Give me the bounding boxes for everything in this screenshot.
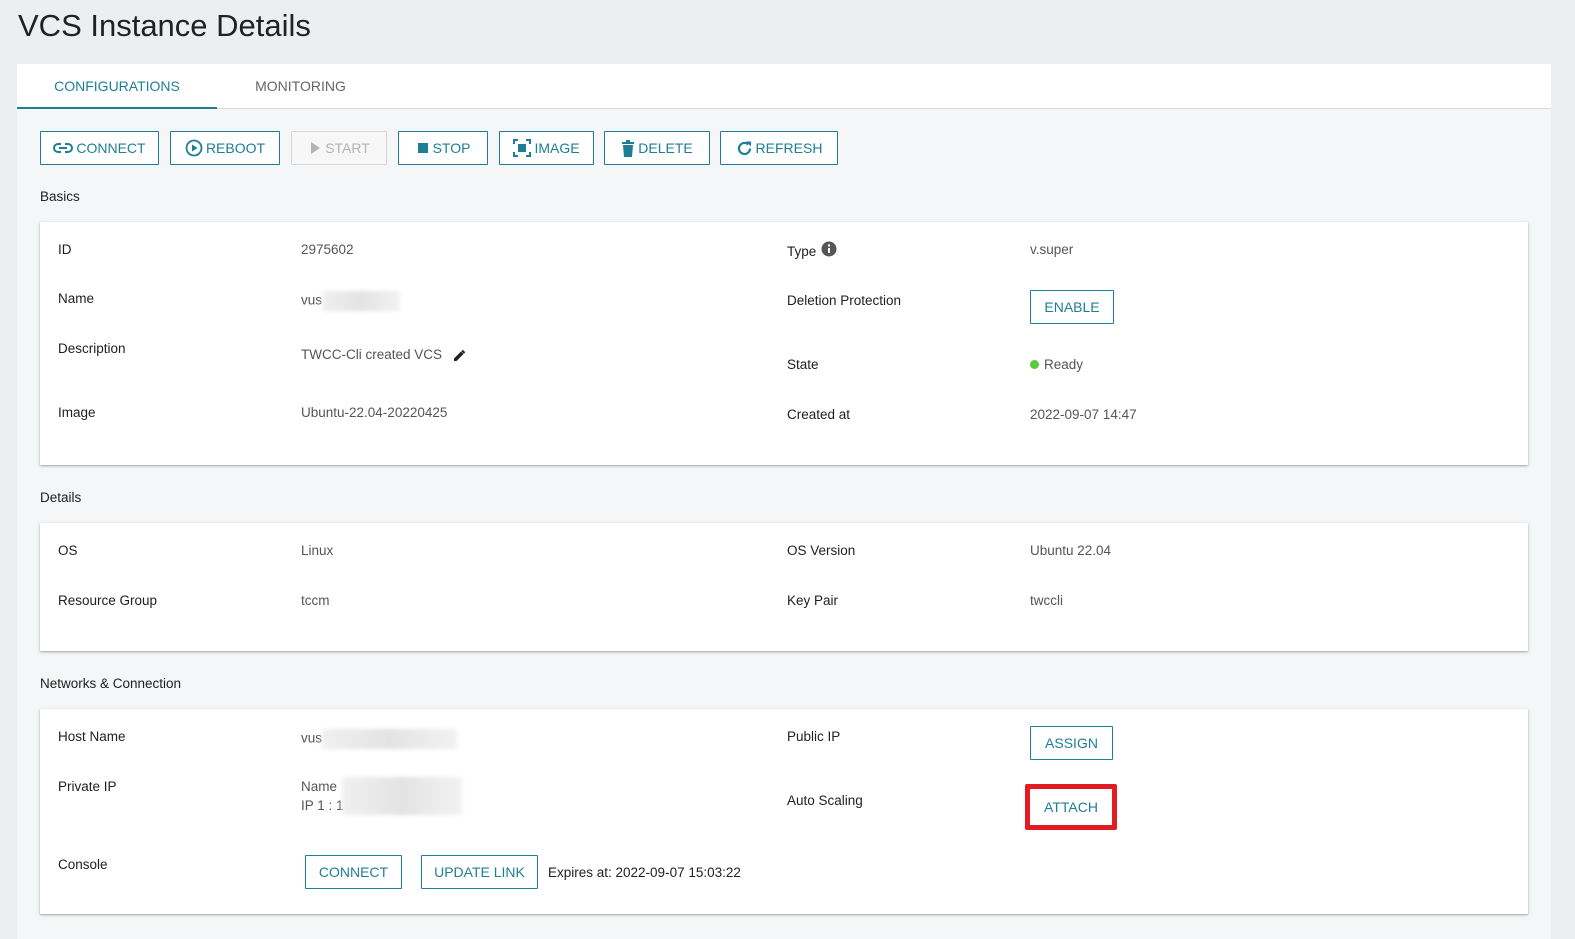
name-value: vus <box>301 292 323 308</box>
start-label: START <box>325 140 370 156</box>
details-card: OS Linux Resource Group tccm OS Version … <box>40 523 1528 651</box>
instance-panel: CONFIGURATIONS MONITORING CONNECT REBOOT… <box>17 64 1551 939</box>
refresh-button[interactable]: REFRESH <box>720 131 838 165</box>
key-pair-value: twccli <box>1030 593 1063 608</box>
page-title: VCS Instance Details <box>18 8 311 43</box>
stop-button[interactable]: STOP <box>398 131 488 165</box>
refresh-icon <box>737 141 751 155</box>
image-label: IMAGE <box>534 140 580 156</box>
redacted-private-ip <box>342 777 462 815</box>
private-ip-address: IP 1 : 1 <box>301 798 344 813</box>
image-capture-icon <box>513 139 532 157</box>
attach-label: ATTACH <box>1044 799 1098 815</box>
os-version-label: OS Version <box>787 543 856 558</box>
type-label: Type <box>787 244 817 259</box>
expires-at-text: Expires at: 2022-09-07 15:03:22 <box>548 865 741 880</box>
state-label: State <box>787 357 819 372</box>
play-icon <box>311 142 321 154</box>
attach-auto-scaling-button[interactable]: ATTACH <box>1030 789 1112 825</box>
basics-section-title: Basics <box>40 189 80 204</box>
console-connect-label: CONNECT <box>318 864 389 880</box>
private-ip-name: Name <box>301 779 338 794</box>
assign-public-ip-button[interactable]: ASSIGN <box>1030 726 1113 760</box>
host-name-value: vus <box>301 730 323 746</box>
reboot-label: REBOOT <box>205 140 266 156</box>
edit-pencil-icon[interactable] <box>452 348 466 362</box>
image-button[interactable]: IMAGE <box>499 131 594 165</box>
os-label: OS <box>58 543 78 558</box>
trash-icon <box>622 139 635 157</box>
image-label-text: Image <box>58 405 96 420</box>
id-value: 2975602 <box>301 242 354 257</box>
connect-label: CONNECT <box>76 140 146 156</box>
auto-scaling-label: Auto Scaling <box>787 793 863 808</box>
description-value: TWCC-Cli created VCS <box>301 347 443 362</box>
created-at-label: Created at <box>787 407 851 422</box>
created-at-value: 2022-09-07 14:47 <box>1030 407 1137 422</box>
network-card: Host Name vus Private IP Name IP 1 : 1 C… <box>40 709 1528 914</box>
status-dot-icon <box>1030 360 1039 369</box>
console-connect-button[interactable]: CONNECT <box>305 855 402 889</box>
resource-group-label: Resource Group <box>58 593 158 608</box>
tab-monitoring[interactable]: MONITORING <box>217 64 384 109</box>
details-section-title: Details <box>40 490 82 505</box>
basics-card: ID 2975602 Name vus Description TWCC-Cli… <box>40 222 1528 465</box>
description-label: Description <box>58 341 126 356</box>
network-section-title: Networks & Connection <box>40 676 182 691</box>
name-label: Name <box>58 291 95 306</box>
private-ip-label: Private IP <box>58 779 117 794</box>
info-icon[interactable] <box>821 241 837 257</box>
console-label: Console <box>58 857 108 872</box>
redacted-host-name <box>322 729 458 749</box>
reboot-button[interactable]: REBOOT <box>170 131 280 165</box>
deletion-protection-label: Deletion Protection <box>787 293 902 308</box>
stop-label: STOP <box>432 140 471 156</box>
image-value: Ubuntu-22.04-20220425 <box>301 405 448 420</box>
enable-deletion-protection-button[interactable]: ENABLE <box>1030 290 1114 324</box>
tab-bar: CONFIGURATIONS MONITORING <box>17 64 1551 109</box>
enable-label: ENABLE <box>1044 299 1100 315</box>
type-value: v.super <box>1030 242 1074 257</box>
resource-group-value: tccm <box>301 593 330 608</box>
name-field: vus <box>301 291 401 311</box>
delete-button[interactable]: DELETE <box>604 131 710 165</box>
state-value: Ready <box>1044 357 1084 372</box>
redacted-name <box>322 291 401 311</box>
host-name-label: Host Name <box>58 729 126 744</box>
host-name-field: vus <box>301 729 458 749</box>
key-pair-label: Key Pair <box>787 593 839 608</box>
os-value: Linux <box>301 543 334 558</box>
tab-configurations[interactable]: CONFIGURATIONS <box>17 64 217 109</box>
stop-icon <box>417 143 428 153</box>
public-ip-label: Public IP <box>787 729 841 744</box>
delete-label: DELETE <box>638 140 693 156</box>
state-field: Ready <box>1030 357 1083 372</box>
update-link-button[interactable]: UPDATE LINK <box>421 855 538 889</box>
start-button[interactable]: START <box>291 131 387 165</box>
assign-label: ASSIGN <box>1045 735 1098 751</box>
play-circle-icon <box>185 139 203 157</box>
link-icon <box>53 143 74 153</box>
update-link-label: UPDATE LINK <box>434 864 525 880</box>
connect-button[interactable]: CONNECT <box>40 131 159 165</box>
refresh-label: REFRESH <box>755 140 823 156</box>
os-version-value: Ubuntu 22.04 <box>1030 543 1112 558</box>
id-label: ID <box>58 242 72 257</box>
